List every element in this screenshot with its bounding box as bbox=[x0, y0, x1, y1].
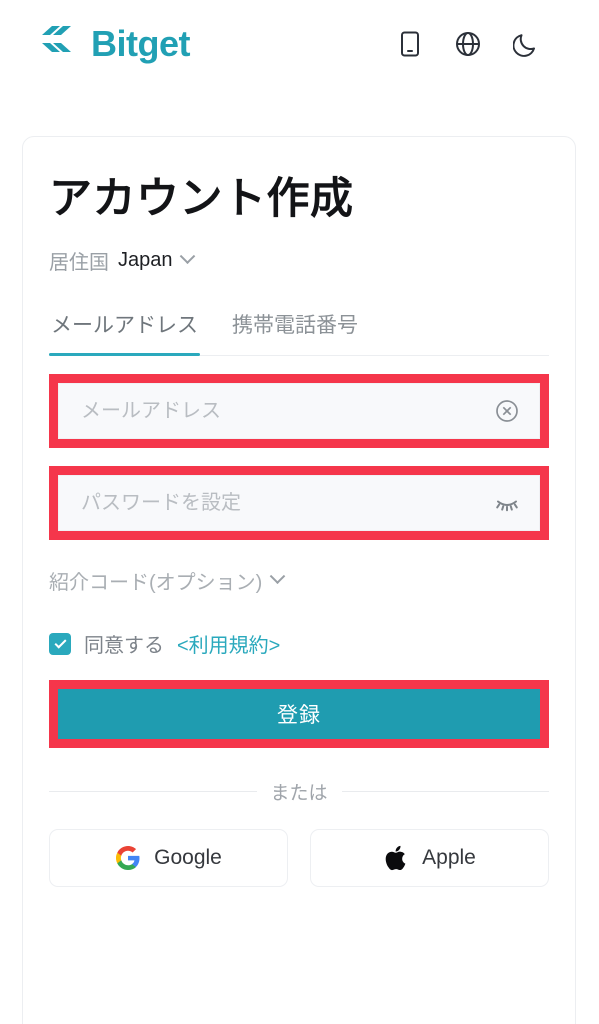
divider-label: または bbox=[270, 783, 328, 805]
signup-method-tabs: メールアドレス 携帯電話番号 bbox=[49, 303, 549, 357]
check-icon bbox=[53, 636, 67, 649]
submit-button-annotation: 登録 bbox=[49, 680, 549, 749]
tab-phone[interactable]: 携帯電話番号 bbox=[230, 303, 360, 355]
bitget-logo[interactable]: Bitget bbox=[40, 23, 191, 66]
bitget-wordmark: Bitget bbox=[91, 23, 191, 64]
google-icon bbox=[115, 845, 141, 871]
country-label: 居住国 bbox=[49, 252, 109, 275]
language-globe-icon[interactable] bbox=[455, 31, 481, 57]
email-input[interactable] bbox=[81, 399, 493, 423]
google-login-label: Google bbox=[154, 846, 222, 870]
header-icon-group bbox=[397, 31, 539, 57]
country-value: Japan bbox=[118, 249, 173, 272]
terms-agreement-text: 同意する bbox=[84, 635, 164, 658]
email-field-wrapper[interactable] bbox=[58, 383, 540, 440]
password-field-wrapper[interactable] bbox=[58, 475, 540, 532]
dark-mode-moon-icon[interactable] bbox=[513, 31, 539, 57]
page-title: アカウント作成 bbox=[49, 175, 354, 223]
divider-line-left bbox=[49, 791, 257, 793]
terms-checkbox[interactable] bbox=[49, 632, 71, 655]
apple-login-label: Apple bbox=[422, 846, 476, 870]
referral-code-toggle[interactable]: 紹介コード(オプション) bbox=[49, 566, 549, 595]
signup-card: アカウント作成 居住国 Japan メールアドレス 携帯電話番号 メールアドレス… bbox=[22, 136, 576, 1024]
eye-closed-icon[interactable] bbox=[493, 489, 521, 517]
clear-circle-x-icon[interactable] bbox=[493, 397, 521, 425]
terms-agreement-row: 同意する <利用規約> bbox=[49, 629, 549, 658]
signup-screen: Bitget アカウント作成 居住国 Japan メールアドレス 携帯電話番号 … bbox=[0, 0, 599, 1024]
google-login-button[interactable]: Google bbox=[49, 829, 288, 888]
or-divider: または bbox=[49, 778, 550, 805]
chevron-down-icon bbox=[270, 568, 286, 585]
chevron-down-icon bbox=[179, 248, 195, 265]
referral-code-label: 紹介コード(オプション) bbox=[49, 572, 263, 595]
bitget-chevrons-icon bbox=[40, 23, 82, 66]
register-button[interactable]: 登録 bbox=[58, 689, 540, 740]
page-header: Bitget bbox=[0, 0, 599, 88]
apple-icon bbox=[383, 845, 409, 871]
country-selector[interactable]: 居住国 Japan bbox=[49, 246, 549, 275]
mobile-app-icon[interactable] bbox=[397, 31, 423, 57]
password-input[interactable] bbox=[81, 491, 493, 515]
email-field-annotation bbox=[49, 374, 549, 449]
terms-of-use-link[interactable]: <利用規約> bbox=[177, 629, 280, 658]
apple-login-button[interactable]: Apple bbox=[310, 829, 549, 888]
social-login-group: Google Apple bbox=[49, 829, 549, 888]
tab-email[interactable]: メールアドレス bbox=[49, 303, 200, 357]
divider-line-right bbox=[341, 791, 550, 793]
password-field-annotation bbox=[49, 466, 549, 541]
